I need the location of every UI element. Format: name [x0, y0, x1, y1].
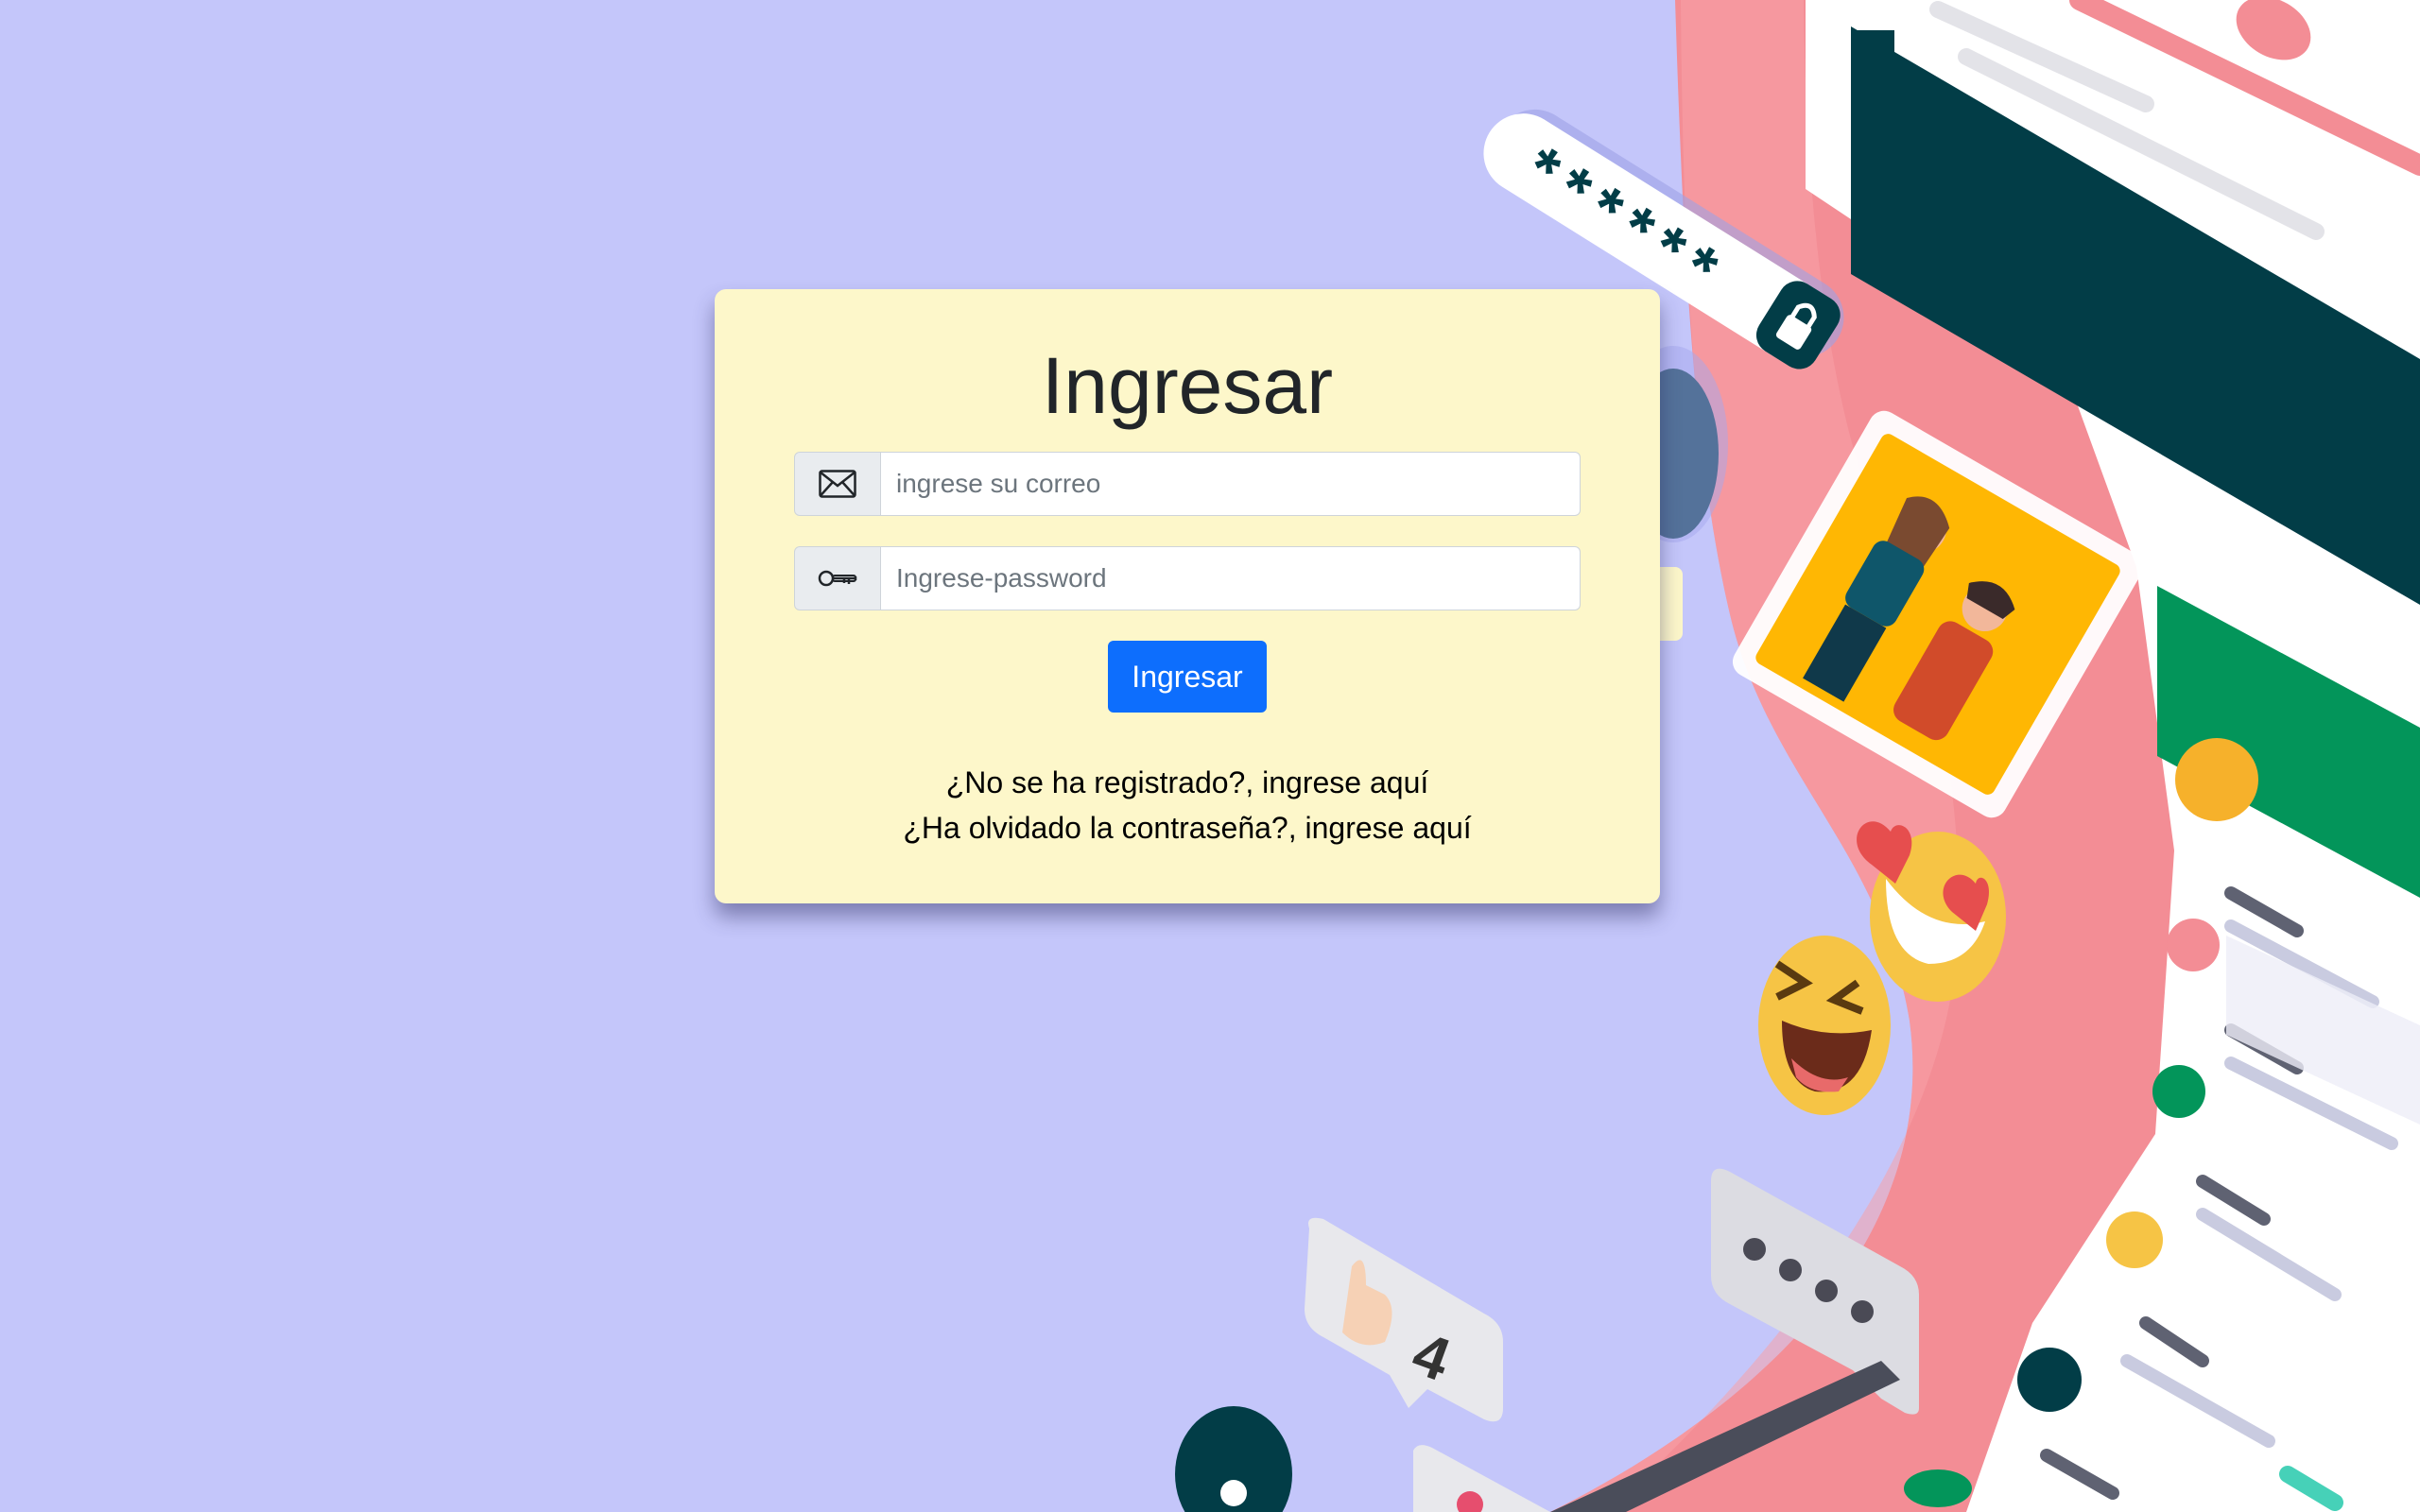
- email-input-group: [794, 452, 1581, 516]
- page-title: Ingresar: [1041, 341, 1334, 430]
- auth-links: ¿No se ha registrado?, ingrese aquí ¿Ha …: [715, 760, 1660, 850]
- password-field[interactable]: [881, 546, 1581, 610]
- envelope-icon: [794, 452, 881, 516]
- password-input-group: [794, 546, 1581, 610]
- key-icon: [794, 546, 881, 610]
- login-card: Ingresar Ingresar: [715, 289, 1660, 903]
- login-submit-button[interactable]: Ingresar: [1108, 641, 1267, 713]
- thumbs-up-icon: 4: [1305, 1217, 1503, 1422]
- login-page: ****** 4 Ingresar ingrese su correo Ingr…: [0, 0, 2420, 1512]
- laughing-emoji: [1758, 936, 1891, 1115]
- email-field[interactable]: [881, 452, 1581, 516]
- forgot-password-link[interactable]: ¿Ha olvidado la contraseña?, ingrese aqu…: [715, 805, 1660, 850]
- register-link[interactable]: ¿No se ha registrado?, ingrese aquí: [715, 760, 1660, 805]
